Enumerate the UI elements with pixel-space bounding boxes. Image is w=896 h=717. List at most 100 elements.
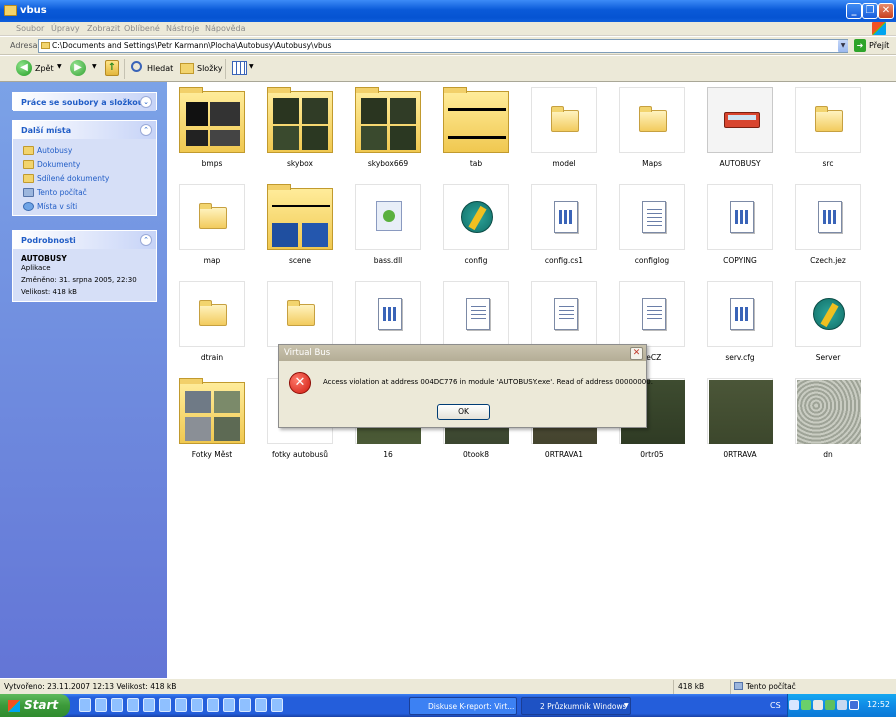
chevron-up-icon[interactable]: ⌃	[140, 234, 152, 246]
file-label: serv.cfg	[725, 353, 755, 362]
folders-icon[interactable]	[180, 63, 194, 74]
file-tasks-box[interactable]: Práce se soubory a složkou ⌄	[12, 92, 157, 111]
texture-thumbnail	[797, 380, 861, 444]
quicklaunch-icon[interactable]	[191, 698, 203, 712]
clock[interactable]: 12:52	[867, 700, 890, 709]
menu-tools[interactable]: Nástroje	[166, 24, 199, 33]
file-label: model	[552, 159, 576, 168]
maximize-button[interactable]: ❐	[862, 3, 878, 19]
close-button[interactable]: ✕	[878, 3, 894, 19]
quicklaunch-icon[interactable]	[143, 698, 155, 712]
menu-view[interactable]: Zobrazit	[87, 24, 120, 33]
up-folder-icon[interactable]: ↑	[105, 60, 119, 76]
quicklaunch-ie-icon[interactable]	[79, 698, 91, 712]
quicklaunch-icon[interactable]	[95, 698, 107, 712]
folder-thumbnail	[443, 87, 509, 153]
other-places-title[interactable]: Další místa	[13, 121, 156, 139]
status-location: Tento počítač	[746, 682, 796, 691]
place-link-network[interactable]: Místa v síti	[37, 202, 77, 211]
file-label: config.cs1	[544, 256, 584, 265]
config-file-icon	[554, 201, 578, 233]
details-title[interactable]: Podrobnosti	[13, 231, 156, 249]
chevron-down-icon[interactable]: ▼	[624, 702, 629, 709]
language-indicator[interactable]: CS	[770, 701, 781, 710]
toolbar-separator	[225, 59, 226, 79]
chevron-down-icon[interactable]: ▼	[838, 40, 848, 52]
file-tasks-title[interactable]: Práce se soubory a složkou	[13, 93, 156, 111]
tray-icon[interactable]	[849, 700, 859, 710]
forward-arrow-icon[interactable]: ▶	[70, 60, 86, 76]
file-label: config	[464, 256, 488, 265]
tray-icon[interactable]	[813, 700, 823, 710]
config-file-icon	[730, 298, 754, 330]
file-label: 0RTRAVA1	[544, 450, 584, 459]
details-modified: Změněno: 31. srpna 2005, 22:30	[21, 276, 137, 284]
status-size: 418 kB	[678, 682, 705, 691]
windows-logo-icon	[8, 700, 20, 712]
folder-thumbnail	[267, 184, 333, 250]
place-link-autobusy[interactable]: Autobusy	[37, 146, 72, 155]
text-file-icon	[642, 298, 666, 330]
taskbar-button-explorer[interactable]: 2 Průzkumník Windows	[521, 697, 631, 715]
dialog-title-bar[interactable]: Virtual Bus ✕	[279, 345, 646, 361]
address-label: Adresa	[10, 41, 38, 50]
chevron-down-icon[interactable]: ⌄	[140, 96, 152, 108]
shared-folder-icon	[23, 174, 34, 183]
menu-edit[interactable]: Úpravy	[51, 24, 80, 33]
dialog-close-button[interactable]: ✕	[630, 347, 643, 360]
search-button[interactable]: Hledat	[147, 64, 173, 73]
chevron-up-icon[interactable]: ⌃	[140, 124, 152, 136]
views-icon[interactable]	[232, 61, 247, 75]
ok-button[interactable]: OK	[437, 404, 490, 420]
folder-thumbnail	[179, 87, 245, 153]
back-button[interactable]: Zpět	[35, 64, 54, 73]
file-label: COPYING	[723, 256, 757, 265]
file-label: Czech.jez	[810, 256, 846, 265]
minimize-button[interactable]: _	[846, 3, 862, 19]
chevron-down-icon[interactable]: ▼	[249, 63, 254, 70]
tray-icon[interactable]	[801, 700, 811, 710]
quicklaunch-icon[interactable]	[271, 698, 283, 712]
go-button[interactable]: Přejít	[869, 41, 889, 50]
dialog-message: Access violation at address 004DC776 in …	[323, 378, 653, 386]
other-places-box: Další místa ⌃ Autobusy Dokumenty Sdílené…	[12, 120, 157, 216]
folders-button[interactable]: Složky	[197, 64, 222, 73]
quicklaunch-icon[interactable]	[223, 698, 235, 712]
file-label: Server	[815, 353, 841, 362]
taskbar-button-browser[interactable]: Diskuse K-report: Virt...	[409, 697, 517, 715]
chevron-down-icon[interactable]: ▼	[57, 63, 62, 70]
quicklaunch-icon[interactable]	[159, 698, 171, 712]
error-icon: ✕	[289, 372, 311, 394]
quicklaunch-icon[interactable]	[111, 698, 123, 712]
back-arrow-icon[interactable]: ◀	[16, 60, 32, 76]
quicklaunch-icon[interactable]	[207, 698, 219, 712]
quicklaunch-icon[interactable]	[255, 698, 267, 712]
file-label: map	[203, 256, 221, 265]
go-arrow-icon[interactable]: ➜	[854, 39, 866, 52]
quicklaunch-icon[interactable]	[175, 698, 187, 712]
file-label: 0RTRAVA	[723, 450, 757, 459]
menu-help[interactable]: Nápověda	[205, 24, 246, 33]
quicklaunch-icon[interactable]	[239, 698, 251, 712]
menu-file[interactable]: Soubor	[16, 24, 44, 33]
status-bar: Vytvořeno: 23.11.2007 12:13 Velikost: 41…	[0, 678, 896, 694]
tray-icon[interactable]	[825, 700, 835, 710]
server-app-icon	[813, 298, 845, 330]
folder-icon	[287, 300, 315, 326]
place-link-my-computer[interactable]: Tento počítač	[37, 188, 87, 197]
place-link-documents[interactable]: Dokumenty	[37, 160, 80, 169]
menu-favorites[interactable]: Oblíbené	[124, 24, 160, 33]
file-label: dtrain	[200, 353, 224, 362]
file-label: src	[822, 159, 834, 168]
generic-file-icon	[730, 201, 754, 233]
title-bar[interactable]: vbus _ ❐ ✕	[0, 0, 896, 22]
tray-icon[interactable]	[789, 700, 799, 710]
file-label: Maps	[642, 159, 662, 168]
tray-icon[interactable]	[837, 700, 847, 710]
file-label: 16	[383, 450, 393, 459]
quicklaunch-icon[interactable]	[127, 698, 139, 712]
file-label: 0took8	[462, 450, 489, 459]
place-link-shared-documents[interactable]: Sdílené dokumenty	[37, 174, 109, 183]
chevron-down-icon[interactable]: ▼	[92, 63, 97, 70]
search-icon[interactable]	[131, 61, 142, 72]
